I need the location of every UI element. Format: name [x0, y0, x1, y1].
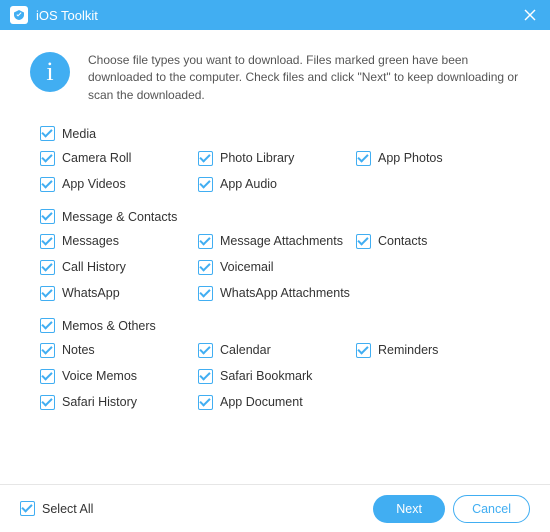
file-type-label: App Audio [220, 177, 277, 191]
group-label: Message & Contacts [62, 210, 177, 224]
file-type-item[interactable]: Reminders [356, 339, 510, 361]
info-icon: i [30, 52, 70, 92]
file-types-panel: Media Camera Roll Photo Library App Photos A… [0, 114, 550, 413]
group-grid: Camera Roll Photo Library App Photos App Vi… [40, 147, 510, 195]
file-type-item[interactable]: Call History [40, 256, 194, 278]
group-header[interactable]: Memos & Others [40, 318, 510, 333]
file-type-item[interactable]: Photo Library [198, 147, 352, 169]
file-type-checkbox[interactable] [40, 260, 55, 275]
file-type-item[interactable]: Safari History [40, 391, 194, 413]
cancel-button[interactable]: Cancel [453, 495, 530, 523]
file-type-checkbox[interactable] [356, 343, 371, 358]
file-type-checkbox[interactable] [198, 151, 213, 166]
group-grid: Messages Message Attachments Contacts Call … [40, 230, 510, 304]
app-logo-icon [10, 6, 28, 24]
file-type-checkbox[interactable] [198, 234, 213, 249]
file-type-item[interactable]: App Audio [198, 173, 352, 195]
file-type-label: App Photos [378, 151, 443, 165]
group-checkbox[interactable] [40, 209, 55, 224]
file-type-label: Safari History [62, 395, 137, 409]
select-all-label: Select All [42, 502, 93, 516]
file-type-checkbox[interactable] [40, 177, 55, 192]
footer: Select All Next Cancel [0, 484, 550, 532]
group-grid: Notes Calendar Reminders Voice Memos Safari … [40, 339, 510, 413]
file-type-label: Voicemail [220, 260, 274, 274]
file-type-item [356, 256, 510, 278]
info-row: i Choose file types you want to download… [0, 30, 550, 114]
file-type-checkbox[interactable] [40, 151, 55, 166]
group-header[interactable]: Media [40, 126, 510, 141]
file-type-item[interactable]: Message Attachments [198, 230, 352, 252]
file-type-checkbox[interactable] [356, 234, 371, 249]
file-type-label: WhatsApp [62, 286, 120, 300]
group: Memos & Others Notes Calendar Reminders Voic… [40, 318, 510, 413]
file-type-item[interactable]: App Photos [356, 147, 510, 169]
file-type-checkbox[interactable] [40, 369, 55, 384]
file-type-item[interactable]: Contacts [356, 230, 510, 252]
file-type-checkbox[interactable] [198, 369, 213, 384]
file-type-label: Messages [62, 234, 119, 248]
file-type-label: Reminders [378, 343, 438, 357]
file-type-checkbox[interactable] [198, 286, 213, 301]
group-checkbox[interactable] [40, 126, 55, 141]
file-type-item[interactable]: WhatsApp Attachments [198, 282, 352, 304]
file-type-checkbox[interactable] [40, 395, 55, 410]
file-type-label: Camera Roll [62, 151, 131, 165]
group-checkbox[interactable] [40, 318, 55, 333]
group-label: Media [62, 127, 96, 141]
file-type-label: App Videos [62, 177, 126, 191]
group-header[interactable]: Message & Contacts [40, 209, 510, 224]
group: Media Camera Roll Photo Library App Photos A… [40, 126, 510, 195]
file-type-item[interactable]: Messages [40, 230, 194, 252]
file-type-checkbox[interactable] [198, 395, 213, 410]
file-type-item[interactable]: Voice Memos [40, 365, 194, 387]
file-type-item[interactable]: Notes [40, 339, 194, 361]
file-type-label: Calendar [220, 343, 271, 357]
file-type-label: WhatsApp Attachments [220, 286, 350, 300]
close-icon[interactable] [520, 5, 540, 25]
file-type-item[interactable]: WhatsApp [40, 282, 194, 304]
info-text: Choose file types you want to download. … [88, 52, 520, 104]
file-type-label: Safari Bookmark [220, 369, 312, 383]
file-type-label: Message Attachments [220, 234, 343, 248]
file-type-item[interactable]: Safari Bookmark [198, 365, 352, 387]
file-type-item[interactable]: App Document [198, 391, 352, 413]
file-type-checkbox[interactable] [356, 151, 371, 166]
next-button[interactable]: Next [373, 495, 445, 523]
group: Message & Contacts Messages Message Attach… [40, 209, 510, 304]
file-type-checkbox[interactable] [198, 260, 213, 275]
select-all-checkbox[interactable] [20, 501, 35, 516]
file-type-item[interactable]: Camera Roll [40, 147, 194, 169]
file-type-checkbox[interactable] [198, 177, 213, 192]
file-type-checkbox[interactable] [40, 343, 55, 358]
window-title: iOS Toolkit [36, 8, 520, 23]
file-type-label: Voice Memos [62, 369, 137, 383]
group-label: Memos & Others [62, 319, 156, 333]
file-type-label: Photo Library [220, 151, 294, 165]
file-type-label: App Document [220, 395, 303, 409]
file-type-label: Contacts [378, 234, 427, 248]
file-type-label: Notes [62, 343, 95, 357]
file-type-item [356, 365, 510, 387]
file-type-item[interactable]: App Videos [40, 173, 194, 195]
file-type-item[interactable]: Calendar [198, 339, 352, 361]
file-type-checkbox[interactable] [40, 234, 55, 249]
file-type-label: Call History [62, 260, 126, 274]
file-type-checkbox[interactable] [198, 343, 213, 358]
select-all[interactable]: Select All [20, 501, 365, 516]
file-type-item[interactable]: Voicemail [198, 256, 352, 278]
file-type-checkbox[interactable] [40, 286, 55, 301]
titlebar: iOS Toolkit [0, 0, 550, 30]
